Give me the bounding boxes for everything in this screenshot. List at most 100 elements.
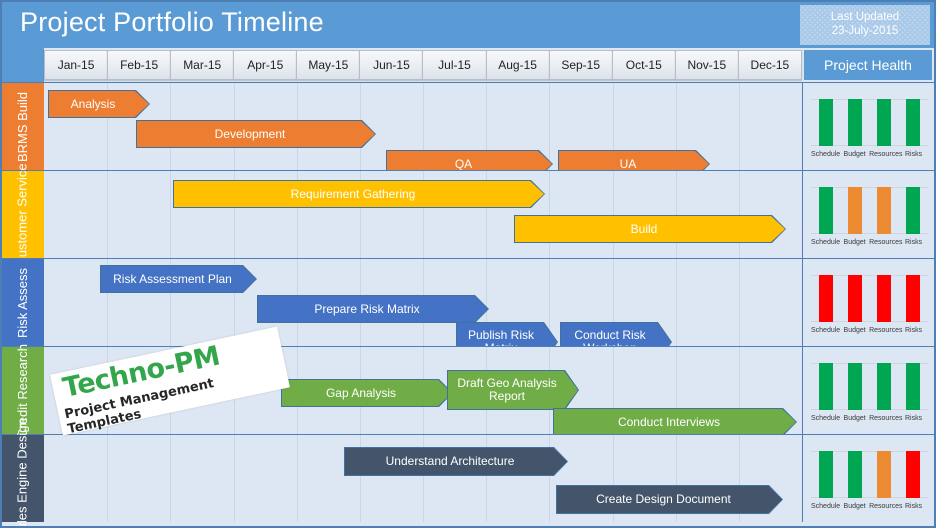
last-updated-value: 23-July-2015 [831, 25, 899, 37]
health-status-bar [906, 363, 921, 410]
swimlane-track: Understand Architecture Create Design Doc… [44, 435, 802, 522]
swimlane: Customer Service Requirement Gathering Bui… [2, 163, 934, 266]
month-header-cell[interactable]: Apr-15 [233, 50, 297, 80]
month-gridline [738, 259, 740, 346]
health-status-bar [877, 363, 892, 410]
title-bar: Project Portfolio Timeline Last Updated … [2, 2, 934, 48]
health-status-bar [877, 99, 892, 146]
month-gridline [170, 347, 172, 434]
health-metric-label: Resources [869, 503, 903, 510]
health-status-bar [847, 187, 862, 234]
month-gridline [296, 435, 298, 522]
health-metric-label: Schedule [811, 239, 841, 246]
page-title: Project Portfolio Timeline [20, 7, 324, 37]
month-gridline [170, 171, 172, 258]
health-metric-label: Budget [843, 239, 866, 246]
month-header-cell[interactable]: Nov-15 [674, 50, 738, 80]
health-status-bar [818, 363, 833, 410]
month-header-cell[interactable]: Dec-15 [737, 50, 802, 80]
project-health-panel: Schedule Budget Resources Risks [802, 83, 934, 170]
task-bar[interactable]: Requirement Gathering [174, 181, 544, 207]
health-metric-label: Budget [843, 503, 866, 510]
project-health-header: Project Health [804, 50, 932, 80]
swimlane: Rules Engine Design Understand Architectu… [2, 418, 934, 526]
month-header-cell[interactable]: Oct-15 [611, 50, 675, 80]
swimlane-label-text: Customer Service [15, 162, 30, 267]
project-health-panel: Schedule Budget Resources Risks [802, 259, 934, 346]
health-metric-labels: Schedule Budget Resources Risks [811, 499, 928, 514]
swimlane-track: Requirement Gathering Build [44, 171, 802, 258]
month-header-cell[interactable]: Jul-15 [422, 50, 486, 80]
task-bar[interactable]: Conduct Interviews [554, 409, 796, 435]
swimlane-label[interactable]: Risk Assess [2, 259, 44, 346]
header-corner-cell [2, 48, 44, 82]
health-status-bar [847, 99, 862, 146]
health-status-bar [847, 451, 862, 498]
swimlane-track: Analysis Development QA UA [44, 83, 802, 170]
task-bar[interactable]: Create Design Document [557, 486, 782, 513]
health-metric-label: Risks [904, 151, 923, 158]
health-metric-label: Schedule [811, 151, 841, 158]
swimlane-label-text: Risk Assess [15, 267, 31, 338]
task-bar[interactable]: Draft Geo Analysis Report [448, 371, 578, 409]
task-bar[interactable]: Analysis [49, 91, 149, 117]
health-bars [811, 275, 928, 322]
swimlane-track: Risk Assessment Plan Prepare Risk Matrix P… [44, 259, 802, 346]
health-metric-label: Schedule [811, 503, 841, 510]
last-updated-badge: Last Updated 23-July-2015 [800, 5, 930, 45]
health-chart: Schedule Budget Resources Risks [811, 93, 928, 162]
month-gridline [107, 347, 109, 434]
month-gridline [107, 435, 109, 522]
health-status-bar [847, 275, 862, 322]
swimlane-label[interactable]: Rules Engine Design [2, 418, 44, 526]
health-metric-label: Budget [843, 327, 866, 334]
swimlane-track: Gap Analysis Draft Geo Analysis Report Con… [44, 347, 802, 434]
month-gridline [738, 83, 740, 170]
health-bars [811, 99, 928, 146]
health-bars [811, 363, 928, 410]
task-bar[interactable]: Development [137, 121, 375, 147]
health-status-bar [906, 187, 921, 234]
month-gridline [233, 347, 235, 434]
task-bar[interactable]: Gap Analysis [282, 380, 452, 406]
health-metric-label: Schedule [811, 415, 841, 422]
task-bar[interactable]: Build [515, 216, 785, 242]
task-bar[interactable]: Risk Assessment Plan [101, 266, 256, 292]
health-metric-label: Schedule [811, 327, 841, 334]
month-header-cell[interactable]: May-15 [296, 50, 360, 80]
month-gridline [675, 171, 677, 258]
swimlane-label[interactable]: Customer Service [2, 163, 44, 266]
swimlane-label-text: BRMS Build [15, 91, 31, 162]
health-status-bar [877, 187, 892, 234]
health-metric-label: Resources [869, 327, 903, 334]
health-metric-labels: Schedule Budget Resources Risks [811, 411, 928, 426]
month-header-cell[interactable]: Sep-15 [548, 50, 612, 80]
swimlane-label[interactable]: BRMS Build [2, 83, 44, 170]
swimlane: BRMS Build Analysis Development QA UA Schedul… [2, 82, 934, 170]
month-header: Jan-15 Feb-15 Mar-15 Apr-15 May-15 Jun-15 Jul-… [44, 50, 802, 80]
health-metric-label: Resources [869, 415, 903, 422]
health-status-bar [818, 187, 833, 234]
task-bar[interactable]: Prepare Risk Matrix [258, 296, 488, 322]
timeline-header-row: Jan-15 Feb-15 Mar-15 Apr-15 May-15 Jun-15 Jul-… [2, 48, 934, 82]
health-metric-label: Risks [904, 239, 923, 246]
swimlane-label-text: Rules Engine Design [15, 417, 30, 528]
month-gridline [170, 435, 172, 522]
health-metric-label: Resources [869, 239, 903, 246]
health-status-bar [818, 451, 833, 498]
month-gridline [233, 435, 235, 522]
health-status-bar [906, 275, 921, 322]
project-health-panel: Schedule Budget Resources Risks [802, 435, 934, 522]
health-status-bar [906, 451, 921, 498]
last-updated-label: Last Updated [830, 11, 900, 23]
month-header-cell[interactable]: Mar-15 [170, 50, 234, 80]
month-header-cell[interactable]: Feb-15 [107, 50, 171, 80]
month-header-cell[interactable]: Aug-15 [485, 50, 549, 80]
health-chart: Schedule Budget Resources Risks [811, 181, 928, 250]
month-gridline [675, 259, 677, 346]
month-header-cell[interactable]: Jan-15 [44, 50, 108, 80]
health-chart: Schedule Budget Resources Risks [811, 357, 928, 426]
month-header-cell[interactable]: Jun-15 [359, 50, 423, 80]
month-gridline [549, 171, 551, 258]
task-bar[interactable]: Understand Architecture [345, 448, 567, 475]
